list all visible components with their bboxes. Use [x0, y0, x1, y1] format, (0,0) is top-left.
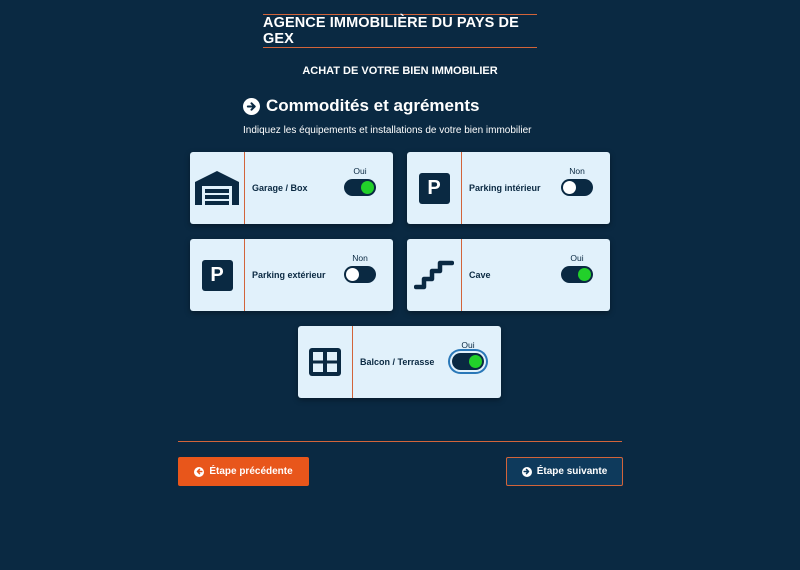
- arrow-left-circle-icon: [194, 466, 205, 477]
- agency-title: AGENCE IMMOBILIÈRE DU PAYS DE GEX: [263, 15, 519, 47]
- amenity-label: Cave: [469, 270, 491, 280]
- toggle-state-text: Non: [569, 166, 585, 176]
- arrow-right-circle-icon: [243, 97, 260, 115]
- toggle-state-text: Oui: [461, 340, 475, 350]
- amenity-card-cave: Cave Oui: [407, 239, 610, 311]
- amenity-label: Parking extérieur: [252, 270, 326, 280]
- section-description: Indiquez les équipements et installation…: [243, 125, 532, 136]
- amenity-card-garage: Garage / Box Oui: [190, 152, 393, 224]
- amenity-label: Garage / Box: [252, 183, 308, 193]
- parking-exterieur-toggle[interactable]: [344, 266, 376, 283]
- stairs-icon: [414, 260, 454, 290]
- toggle-knob: [346, 268, 359, 281]
- parking-icon: P: [418, 172, 450, 204]
- parking-interieur-toggle[interactable]: [561, 179, 593, 196]
- amenity-label: Balcon / Terrasse: [360, 357, 435, 367]
- amenity-card-parking-exterieur: P Parking extérieur Non: [190, 239, 393, 311]
- previous-step-label: Étape précédente: [209, 466, 293, 477]
- next-step-label: Étape suivante: [536, 466, 608, 477]
- cave-toggle[interactable]: [561, 266, 593, 283]
- parking-icon: P: [201, 259, 233, 291]
- toggle-knob: [578, 268, 591, 281]
- garage-toggle[interactable]: [344, 179, 376, 196]
- footer-divider: [178, 441, 622, 442]
- window-icon: [309, 348, 341, 376]
- arrow-right-circle-icon: [521, 466, 532, 477]
- amenity-card-balcon: Balcon / Terrasse Oui: [298, 326, 501, 398]
- section-heading: Commodités et agréments: [243, 96, 480, 116]
- toggle-state-text: Oui: [570, 253, 584, 263]
- toggle-knob: [469, 355, 482, 368]
- toggle-knob: [563, 181, 576, 194]
- toggle-state-text: Oui: [353, 166, 367, 176]
- amenity-label: Parking intérieur: [469, 183, 541, 193]
- toggle-state-text: Non: [352, 253, 368, 263]
- agency-header: AGENCE IMMOBILIÈRE DU PAYS DE GEX: [263, 14, 537, 48]
- balcon-toggle[interactable]: [452, 353, 484, 370]
- previous-step-button[interactable]: Étape précédente: [178, 457, 309, 486]
- page-subtitle: ACHAT DE VOTRE BIEN IMMOBILIER: [302, 65, 498, 77]
- amenity-card-parking-interieur: P Parking intérieur Non: [407, 152, 610, 224]
- section-title: Commodités et agréments: [266, 96, 480, 115]
- next-step-button[interactable]: Étape suivante: [506, 457, 623, 486]
- toggle-knob: [361, 181, 374, 194]
- garage-icon: [195, 171, 239, 205]
